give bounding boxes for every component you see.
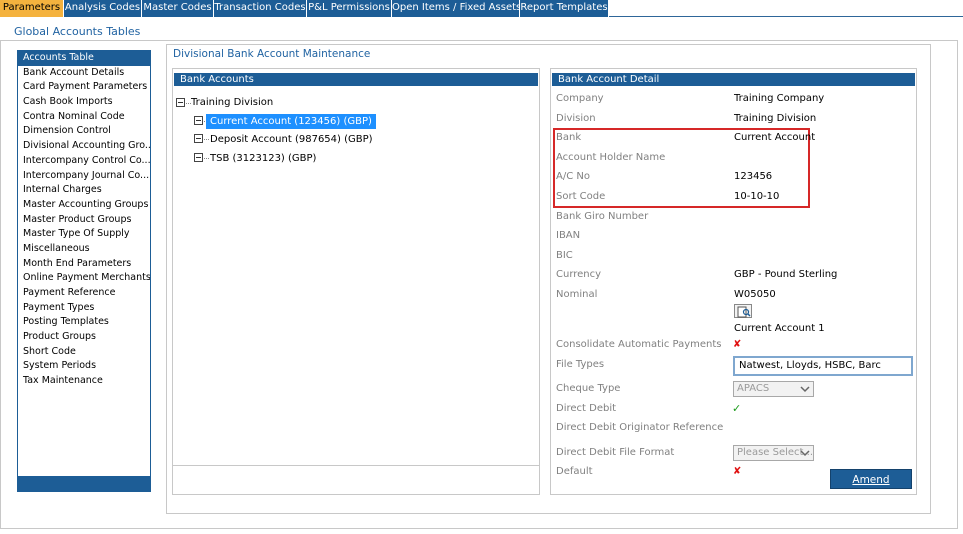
sidebar-item-master-accounting-groups[interactable]: Master Accounting Groups xyxy=(18,198,150,213)
sidebar-item-master-product-groups[interactable]: Master Product Groups xyxy=(18,213,150,228)
sidebar-item-product-groups[interactable]: Product Groups xyxy=(18,330,150,345)
tab-master-codes[interactable]: Master Codes xyxy=(142,0,214,17)
dd-file-format-select[interactable]: Please Select... xyxy=(733,445,814,461)
chevron-down-icon xyxy=(800,386,810,393)
tree-item-current-account[interactable]: Current Account (123456) (GBP) xyxy=(206,114,376,129)
sidebar-item-payment-reference[interactable]: Payment Reference xyxy=(18,286,150,301)
sidebar-item-divisional-accounting-groups[interactable]: Divisional Accounting Gro... xyxy=(18,139,150,154)
company-label: Company xyxy=(556,93,604,104)
sidebar-item-intercompany-control-codes[interactable]: Intercompany Control Co... xyxy=(18,154,150,169)
tree-connector xyxy=(204,158,209,159)
bank-accounts-header: Bank Accounts xyxy=(174,73,538,86)
company-value: Training Company xyxy=(734,93,825,104)
main-title: Divisional Bank Account Maintenance xyxy=(173,48,371,60)
tab-parameters[interactable]: Parameters xyxy=(0,0,64,17)
sidebar-item-month-end-parameters[interactable]: Month End Parameters xyxy=(18,257,150,272)
tree-node-icon xyxy=(194,134,203,143)
top-tab-bar: Parameters Analysis Codes Master Codes T… xyxy=(0,0,963,17)
tree-collapse-icon[interactable] xyxy=(176,98,185,107)
currency-label: Currency xyxy=(556,269,602,280)
cheque-type-label: Cheque Type xyxy=(556,383,621,394)
sidebar-item-card-payment-parameters[interactable]: Card Payment Parameters xyxy=(18,80,150,95)
tab-analysis-codes[interactable]: Analysis Codes xyxy=(64,0,142,17)
direct-debit-check-icon: ✓ xyxy=(732,402,742,415)
tree-item-tsb[interactable]: TSB (3123123) (GBP) xyxy=(210,153,316,164)
file-types-input[interactable]: Natwest, Lloyds, HSBC, Barc xyxy=(733,356,913,376)
currency-value: GBP - Pound Sterling xyxy=(734,269,838,280)
sidebar-item-internal-charges[interactable]: Internal Charges xyxy=(18,183,150,198)
bank-label: Bank xyxy=(556,132,582,143)
sort-code-value: 10-10-10 xyxy=(734,191,780,202)
tree-node-icon xyxy=(194,116,203,125)
division-label: Division xyxy=(556,113,596,124)
tree-connector xyxy=(204,139,209,140)
sidebar-item-miscellaneous[interactable]: Miscellaneous xyxy=(18,242,150,257)
consolidate-payments-label: Consolidate Automatic Payments xyxy=(556,339,722,350)
nominal-description: Current Account 1 xyxy=(734,323,825,334)
account-holder-label: Account Holder Name xyxy=(556,152,666,163)
cheque-type-selected: APACS xyxy=(737,383,770,394)
sidebar-item-bank-account-details[interactable]: Bank Account Details xyxy=(18,66,150,81)
page-title: Global Accounts Tables xyxy=(14,25,141,38)
division-value: Training Division xyxy=(734,113,817,124)
sidebar-item-posting-templates[interactable]: Posting Templates xyxy=(18,315,150,330)
chevron-down-icon xyxy=(800,450,810,457)
iban-label: IBAN xyxy=(556,230,581,241)
lookup-icon xyxy=(737,306,751,318)
amend-button[interactable]: Amend xyxy=(830,469,912,489)
ac-no-value: 123456 xyxy=(734,171,773,182)
consolidate-payments-cross-icon: ✘ xyxy=(733,339,742,350)
sidebar-item-short-code[interactable]: Short Code xyxy=(18,345,150,360)
sidebar-item-cash-book-imports[interactable]: Cash Book Imports xyxy=(18,95,150,110)
sidebar-list: Accounts Table Bank Account Details Card… xyxy=(17,50,151,492)
nominal-lookup-button[interactable] xyxy=(734,304,752,318)
sidebar-item-system-periods[interactable]: System Periods xyxy=(18,359,150,374)
sidebar-item-accounts-table[interactable]: Accounts Table xyxy=(18,51,150,66)
bank-accounts-divider xyxy=(173,465,539,466)
tab-pl-permissions[interactable]: P&L Permissions xyxy=(307,0,392,17)
sidebar-item-intercompany-journal-codes[interactable]: Intercompany Journal Co... xyxy=(18,169,150,184)
tree-item-deposit-account[interactable]: Deposit Account (987654) (GBP) xyxy=(210,134,373,145)
bank-account-detail-header: Bank Account Detail xyxy=(552,73,915,86)
sidebar-item-payment-types[interactable]: Payment Types xyxy=(18,301,150,316)
tab-report-templates[interactable]: Report Templates xyxy=(520,0,609,17)
sidebar-item-tax-maintenance[interactable]: Tax Maintenance xyxy=(18,374,150,389)
dd-file-format-label: Direct Debit File Format xyxy=(556,447,675,458)
tree-node-icon xyxy=(194,153,203,162)
bank-value: Current Account xyxy=(734,132,816,143)
sidebar-item-online-payment-merchants[interactable]: Online Payment Merchants xyxy=(18,271,150,286)
nominal-value: W05050 xyxy=(734,289,776,300)
tab-transaction-codes[interactable]: Transaction Codes xyxy=(214,0,307,17)
cheque-type-select[interactable]: APACS xyxy=(733,381,814,397)
tree-root-training-division[interactable]: Training Division xyxy=(191,97,273,108)
bic-label: BIC xyxy=(556,250,573,261)
sidebar-item-contra-nominal-code[interactable]: Contra Nominal Code xyxy=(18,110,150,125)
default-cross-icon: ✘ xyxy=(733,466,742,477)
default-label: Default xyxy=(556,466,593,477)
sidebar-item-dimension-control[interactable]: Dimension Control xyxy=(18,124,150,139)
bank-accounts-panel: Bank Accounts xyxy=(172,68,540,495)
bank-giro-label: Bank Giro Number xyxy=(556,211,649,222)
sort-code-label: Sort Code xyxy=(556,191,606,202)
nominal-label: Nominal xyxy=(556,289,598,300)
tab-open-items-fixed-assets[interactable]: Open Items / Fixed Assets xyxy=(392,0,521,17)
file-types-label: File Types xyxy=(556,359,605,370)
sidebar-footer-bar xyxy=(18,476,150,491)
dd-originator-label: Direct Debit Originator Reference xyxy=(556,422,724,433)
direct-debit-label: Direct Debit xyxy=(556,403,617,414)
ac-no-label: A/C No xyxy=(556,171,590,182)
sidebar-item-master-type-of-supply[interactable]: Master Type Of Supply xyxy=(18,227,150,242)
